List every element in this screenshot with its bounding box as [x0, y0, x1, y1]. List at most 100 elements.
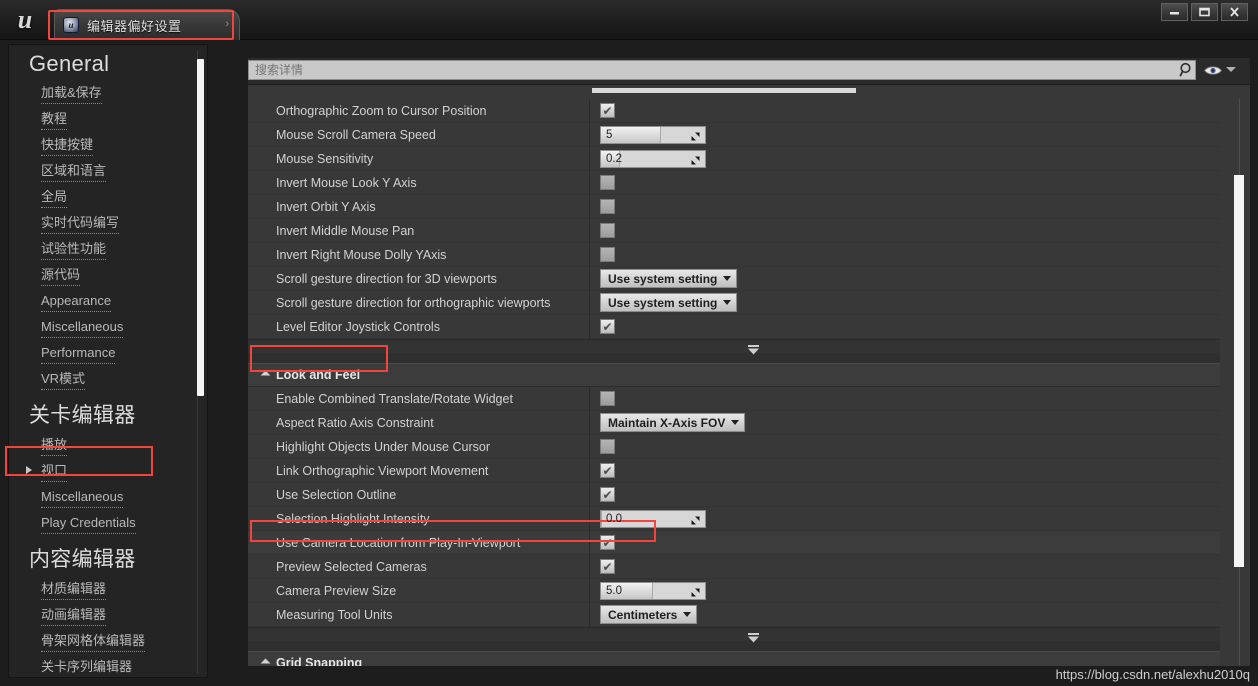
row-value: Centimeters — [590, 605, 1220, 624]
close-button[interactable] — [1221, 3, 1248, 21]
sidebar-item-play-credentials[interactable]: Play Credentials — [9, 511, 207, 537]
setting-row[interactable]: Invert Middle Mouse Pan — [248, 219, 1220, 243]
sidebar-item-试验性功能[interactable]: 试验性功能 — [9, 237, 207, 263]
setting-row[interactable]: Selection Highlight Intensity 0.0 — [248, 507, 1220, 531]
numeric-spinner[interactable]: 5 — [600, 125, 706, 144]
maximize-button[interactable] — [1191, 3, 1218, 21]
checkbox-unchecked[interactable] — [600, 247, 615, 262]
sidebar-item-label: Play Credentials — [41, 514, 136, 534]
drag-resize-icon[interactable] — [690, 153, 701, 167]
sidebar-item-label: 区域和语言 — [41, 162, 107, 182]
sidebar-item-视口[interactable]: 视口 — [9, 459, 207, 485]
setting-row[interactable]: Preview Selected Cameras ✔ — [248, 555, 1220, 579]
chevron-down-icon[interactable] — [1226, 67, 1236, 72]
column-divider — [589, 243, 590, 267]
checkbox-checked[interactable]: ✔ — [600, 319, 615, 334]
unreal-engine-logo-icon: u — [17, 5, 33, 34]
sidebar-item-关卡序列编辑器[interactable]: 关卡序列编辑器 — [9, 655, 207, 677]
dropdown-select[interactable]: Centimeters — [600, 605, 698, 624]
setting-row[interactable]: Measuring Tool Units Centimeters — [248, 603, 1220, 627]
checkbox-checked[interactable]: ✔ — [600, 103, 615, 118]
setting-row[interactable]: Use Selection Outline ✔ — [248, 483, 1220, 507]
setting-row[interactable]: Invert Right Mouse Dolly YAxis — [248, 243, 1220, 267]
numeric-spinner[interactable]: 0.0 — [600, 509, 706, 528]
setting-row[interactable]: Mouse Sensitivity 0.2 — [248, 147, 1220, 171]
checkbox-unchecked[interactable] — [600, 223, 615, 238]
sidebar-item-miscellaneous[interactable]: Miscellaneous — [9, 315, 207, 341]
section-spacer — [248, 641, 1220, 651]
setting-row[interactable]: Use Camera Location from Play-In-Viewpor… — [248, 531, 1220, 555]
sidebar-item-骨架网格体编辑器[interactable]: 骨架网格体编辑器 — [9, 629, 207, 655]
checkbox-checked[interactable]: ✔ — [600, 463, 615, 478]
dropdown-select[interactable]: Use system setting — [600, 269, 738, 288]
checkbox-unchecked[interactable] — [600, 199, 615, 214]
sidebar-item-vr模式[interactable]: VR模式 — [9, 367, 207, 393]
setting-row[interactable]: Highlight Objects Under Mouse Cursor — [248, 435, 1220, 459]
dropdown-select[interactable]: Maintain X-Axis FOV — [600, 413, 746, 432]
checkbox-unchecked[interactable] — [600, 439, 615, 454]
dropdown-select[interactable]: Use system setting — [600, 293, 738, 312]
chevron-down-icon — [731, 420, 740, 425]
drag-resize-icon[interactable] — [690, 129, 701, 143]
setting-label: Highlight Objects Under Mouse Cursor — [276, 439, 490, 454]
search-input[interactable] — [248, 60, 1196, 80]
tab-editor-preferences[interactable]: u 编辑器偏好设置 › — [54, 9, 240, 40]
sidebar-item-动画编辑器[interactable]: 动画编辑器 — [9, 603, 207, 629]
sidebar-item-材质编辑器[interactable]: 材质编辑器 — [9, 577, 207, 603]
dropdown-value: Use system setting — [608, 271, 718, 286]
sidebar-item-performance[interactable]: Performance — [9, 341, 207, 367]
sidebar-item-全局[interactable]: 全局 — [9, 185, 207, 211]
checkbox-checked[interactable]: ✔ — [600, 559, 615, 574]
sidebar-item-appearance[interactable]: Appearance — [9, 289, 207, 315]
category-header-grid-snapping[interactable]: Grid Snapping — [248, 651, 1220, 666]
spinner-value: 5.0 — [606, 584, 622, 597]
section-collapse-bar[interactable] — [248, 339, 1220, 355]
setting-row[interactable]: Scroll gesture direction for 3D viewport… — [248, 267, 1220, 291]
checkbox-checked[interactable]: ✔ — [600, 487, 615, 502]
setting-row[interactable]: Link Orthographic Viewport Movement ✔ — [248, 459, 1220, 483]
sidebar-item-快捷按键[interactable]: 快捷按键 — [9, 133, 207, 159]
sidebar-item-教程[interactable]: 教程 — [9, 107, 207, 133]
sidebar-item-播放[interactable]: 播放 — [9, 433, 207, 459]
sidebar-item-区域和语言[interactable]: 区域和语言 — [9, 159, 207, 185]
setting-row[interactable]: Invert Mouse Look Y Axis — [248, 171, 1220, 195]
setting-row[interactable]: Camera Preview Size 5.0 — [248, 579, 1220, 603]
double-chevron-down-icon[interactable] — [747, 630, 760, 643]
checkbox-unchecked[interactable] — [600, 391, 615, 406]
numeric-spinner[interactable]: 0.2 — [600, 149, 706, 168]
eye-icon[interactable] — [1203, 62, 1223, 78]
horizontal-scrollbar-thumb[interactable] — [592, 88, 856, 93]
setting-row[interactable]: Invert Orbit Y Axis — [248, 195, 1220, 219]
checkbox-checked[interactable]: ✔ — [600, 535, 615, 550]
vertical-scrollbar-thumb[interactable] — [1234, 175, 1244, 567]
sidebar-item-实时代码编写[interactable]: 实时代码编写 — [9, 211, 207, 237]
drag-resize-icon[interactable] — [690, 513, 701, 527]
setting-row[interactable]: Aspect Ratio Axis Constraint Maintain X-A… — [248, 411, 1220, 435]
setting-row[interactable]: Mouse Scroll Camera Speed 5 — [248, 123, 1220, 147]
section-collapse-bar[interactable] — [248, 627, 1220, 643]
sidebar-item-加载&保存[interactable]: 加载&保存 — [9, 81, 207, 107]
category-header-look-and-feel[interactable]: Look and Feel — [248, 363, 1220, 387]
magnifier-icon[interactable] — [1178, 61, 1196, 79]
row-value: Use system setting — [590, 269, 1220, 288]
sidebar-item-源代码[interactable]: 源代码 — [9, 263, 207, 289]
sidebar-item-miscellaneous[interactable]: Miscellaneous — [9, 485, 207, 511]
setting-row[interactable]: Level Editor Joystick Controls ✔ — [248, 315, 1220, 339]
minimize-button[interactable] — [1161, 3, 1188, 21]
triangle-expanded-icon — [260, 370, 271, 380]
sidebar-item-label: Appearance — [41, 292, 112, 312]
setting-row[interactable]: Orthographic Zoom to Cursor Position ✔ — [248, 99, 1220, 123]
row-value — [590, 247, 1220, 262]
drag-resize-icon[interactable] — [690, 585, 701, 599]
settings-category-sidebar[interactable]: General 加载&保存 教程 快捷按键 区域和语言 全局 实时代码编写 试验性功能 源代码 A… — [8, 44, 208, 678]
row-value: 5.0 — [590, 581, 1220, 600]
unreal-engine-icon: u — [63, 17, 79, 33]
numeric-spinner[interactable]: 5.0 — [600, 581, 706, 600]
setting-label: Scroll gesture direction for 3D viewport… — [276, 271, 497, 286]
spinner-value: 0.2 — [606, 152, 622, 165]
checkbox-unchecked[interactable] — [600, 175, 615, 190]
editor-preferences-window: u u 编辑器偏好设置 › General 加载&保存 教程 快捷按键 区域和语言 全局实… — [0, 0, 1258, 686]
setting-row[interactable]: Enable Combined Translate/Rotate Widget — [248, 387, 1220, 411]
setting-row[interactable]: Scroll gesture direction for orthographi… — [248, 291, 1220, 315]
double-chevron-down-icon[interactable] — [747, 342, 760, 355]
